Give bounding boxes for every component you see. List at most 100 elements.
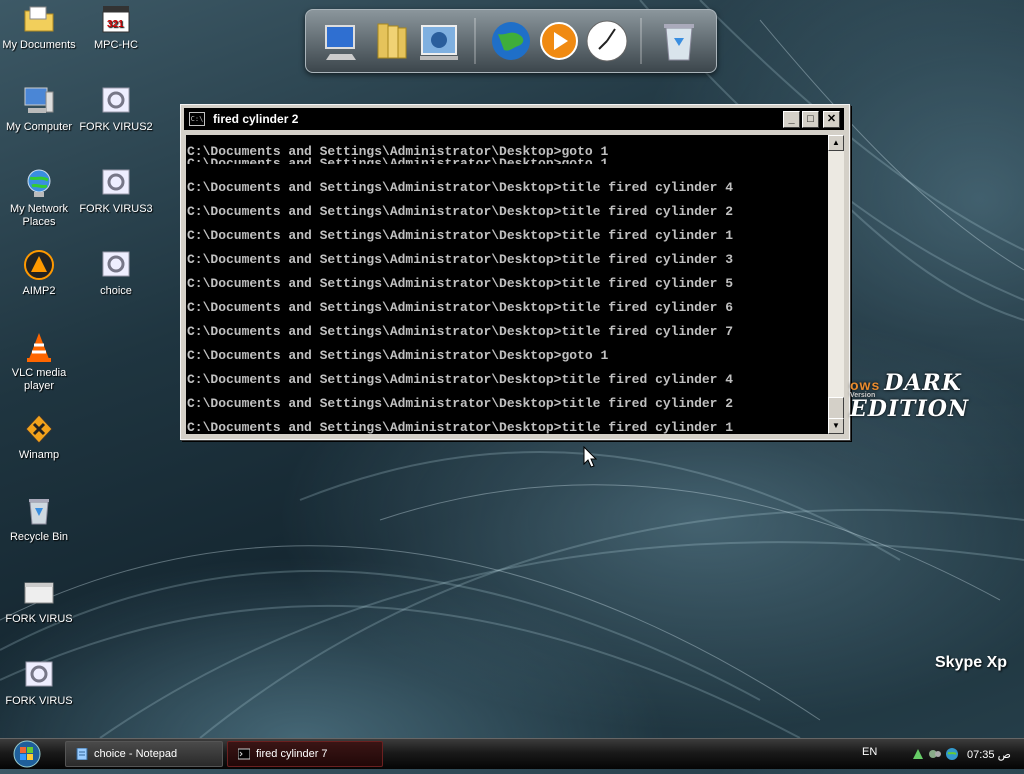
desktop-icon-fork-virus-2[interactable]: FORK VIRUS bbox=[1, 658, 77, 708]
taskbar-item-notepad[interactable]: choice - Notepad bbox=[65, 741, 223, 767]
console-line: C:\Documents and Settings\Administrator\… bbox=[187, 276, 734, 291]
console-line: C:\Documents and Settings\Administrator\… bbox=[187, 144, 609, 159]
console-line: C:\Documents and Settings\Administrator\… bbox=[187, 420, 734, 435]
messenger-icon[interactable] bbox=[928, 747, 942, 761]
console-output[interactable]: C:\Documents and Settings\Administrator\… bbox=[186, 135, 828, 434]
computer-icon bbox=[22, 84, 56, 118]
console-line: C:\Documents and Settings\Administrator\… bbox=[187, 348, 609, 363]
dark-edition-sub: Version bbox=[850, 392, 876, 399]
mouse-cursor-icon bbox=[583, 446, 597, 468]
desktop-icon-my-computer[interactable]: My Computer bbox=[1, 84, 77, 134]
globe-icon bbox=[492, 22, 530, 60]
desktop-icon-label: Winamp bbox=[18, 449, 60, 461]
notepad-icon bbox=[76, 748, 88, 760]
desktop-icon-label: FORK VIRUS3 bbox=[79, 203, 153, 215]
scroll-thumb[interactable] bbox=[828, 397, 844, 419]
desktop-icon-label: FORK VIRUS2 bbox=[79, 121, 153, 133]
desktop-icon-vlc[interactable]: VLC media player bbox=[1, 330, 77, 393]
windows-orb-icon bbox=[13, 740, 41, 768]
vlc-cone-icon bbox=[22, 330, 56, 364]
clapperboard-icon: 321 bbox=[99, 2, 133, 36]
console-icon: C:\ bbox=[189, 112, 205, 126]
desktop-icon-my-network-places[interactable]: My Network Places bbox=[1, 166, 77, 229]
skype-xp-logo: Skype Xp bbox=[935, 654, 1008, 671]
dock-item-clock[interactable] bbox=[584, 18, 630, 64]
taskbar-clock[interactable]: 07:35 ص bbox=[967, 748, 1011, 761]
aimp-icon bbox=[22, 248, 56, 282]
dock-item-folder[interactable] bbox=[370, 18, 416, 64]
folder-icon bbox=[22, 2, 56, 36]
window-file-icon bbox=[22, 576, 56, 610]
system-tray: 07:35 ص bbox=[908, 742, 1024, 766]
close-button[interactable]: ✕ bbox=[823, 110, 840, 128]
recycle-bin-icon bbox=[22, 494, 56, 528]
taskbar-item-label: choice - Notepad bbox=[94, 748, 178, 760]
network-globe-icon bbox=[22, 166, 56, 200]
desktop-icon-label: AIMP2 bbox=[22, 285, 56, 297]
console-line: C:\Documents and Settings\Administrator\… bbox=[187, 324, 734, 339]
desktop-icon-choice[interactable]: choice bbox=[78, 248, 154, 298]
taskbar-item-console[interactable]: fired cylinder 7 bbox=[227, 741, 383, 767]
console-line: C:\Documents and Settings\Administrator\… bbox=[187, 372, 734, 387]
console-line: C:\Documents and Settings\Administrator\… bbox=[187, 156, 609, 171]
desktop-icon-recycle-bin[interactable]: Recycle Bin bbox=[1, 494, 77, 544]
dock-separator bbox=[640, 18, 642, 64]
desktop-icon-fork-virus3[interactable]: FORK VIRUS3 bbox=[78, 166, 154, 216]
dock-item-control-panel[interactable] bbox=[416, 18, 462, 64]
console-line: C:\Documents and Settings\Administrator\… bbox=[187, 396, 734, 411]
computer-icon bbox=[325, 25, 356, 60]
start-button[interactable] bbox=[2, 739, 52, 769]
dark-edition-prefix: ows bbox=[850, 377, 881, 393]
maximize-button[interactable]: □ bbox=[802, 110, 819, 128]
console-line: C:\Documents and Settings\Administrator\… bbox=[187, 300, 734, 315]
batch-file-icon bbox=[99, 84, 133, 118]
dock-item-computer[interactable] bbox=[320, 18, 366, 64]
globe-tray-icon[interactable] bbox=[945, 747, 959, 761]
desktop-icon-aimp2[interactable]: AIMP2 bbox=[1, 248, 77, 298]
desktop-icon-winamp[interactable]: Winamp bbox=[1, 412, 77, 462]
language-indicator[interactable]: EN bbox=[862, 746, 877, 758]
recycle-bin-icon bbox=[664, 24, 694, 61]
desktop-icon-label: Recycle Bin bbox=[9, 531, 69, 543]
window-title: fired cylinder 2 bbox=[213, 112, 299, 126]
desktop-icon-label: My Network Places bbox=[9, 203, 69, 228]
batch-file-icon bbox=[99, 248, 133, 282]
desktop-icon-fork-virus[interactable]: FORK VIRUS bbox=[1, 576, 77, 626]
network-icon[interactable] bbox=[911, 747, 925, 761]
desktop-icon-fork-virus2[interactable]: FORK VIRUS2 bbox=[78, 84, 154, 134]
desktop-icon-label: My Computer bbox=[5, 121, 73, 133]
console-icon bbox=[238, 748, 250, 760]
scroll-down-button[interactable]: ▼ bbox=[828, 418, 844, 434]
console-window[interactable]: C:\ fired cylinder 2 _ □ ✕ C:\Documents … bbox=[180, 104, 850, 440]
minimize-button[interactable]: _ bbox=[783, 110, 800, 128]
console-line: C:\Documents and Settings\Administrator\… bbox=[187, 180, 734, 195]
svg-text:321: 321 bbox=[107, 19, 124, 30]
desktop-icon-label: FORK VIRUS bbox=[5, 695, 73, 707]
desktop-icon-my-documents[interactable]: My Documents bbox=[1, 2, 77, 52]
taskbar-item-label: fired cylinder 7 bbox=[256, 748, 328, 760]
scroll-up-button[interactable]: ▲ bbox=[828, 135, 844, 151]
dock-item-globe[interactable] bbox=[488, 18, 534, 64]
folder-icon bbox=[377, 23, 407, 59]
desktop-icon-label: choice bbox=[100, 285, 132, 297]
desktop-icon-label: My Documents bbox=[2, 39, 76, 51]
batch-file-icon bbox=[22, 658, 56, 692]
dark-edition-logo: ows DARK EDITION Version bbox=[850, 370, 1024, 422]
control-panel-icon bbox=[420, 25, 458, 60]
dock-item-recycle-bin[interactable] bbox=[656, 18, 702, 64]
desktop-icon-mpc-hc[interactable]: 321 MPC-HC bbox=[78, 2, 154, 52]
dock-bar bbox=[305, 9, 717, 73]
dock-separator bbox=[474, 18, 476, 64]
console-line: C:\Documents and Settings\Administrator\… bbox=[187, 252, 734, 267]
batch-file-icon bbox=[99, 166, 133, 200]
media-player-icon bbox=[540, 22, 578, 60]
window-titlebar[interactable]: C:\ fired cylinder 2 _ □ ✕ bbox=[184, 108, 844, 130]
dock-item-media-player[interactable] bbox=[536, 18, 582, 64]
desktop-icon-label: MPC-HC bbox=[94, 39, 138, 51]
desktop-icon-label: FORK VIRUS bbox=[5, 613, 73, 625]
winamp-icon bbox=[22, 412, 56, 446]
desktop-icon-label: VLC media player bbox=[11, 367, 67, 392]
vertical-scrollbar[interactable]: ▲ ▼ bbox=[828, 135, 844, 434]
console-line: C:\Documents and Settings\Administrator\… bbox=[187, 204, 734, 219]
console-line: C:\Documents and Settings\Administrator\… bbox=[187, 228, 734, 243]
